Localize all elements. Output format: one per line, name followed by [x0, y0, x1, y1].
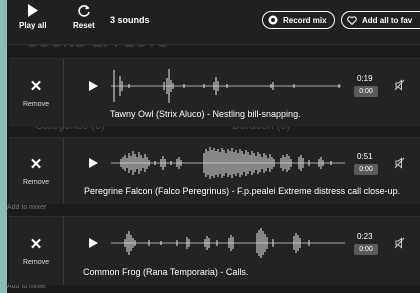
- reset-label: Reset: [73, 21, 95, 30]
- sound-row: ✕ Remove: [9, 137, 420, 204]
- playback-position: 0:00: [354, 164, 378, 175]
- mute-icon[interactable]: [394, 157, 405, 169]
- sound-duration: 0:51: [357, 152, 373, 161]
- sound-title: Common Frog (Rana Temporaria) - Calls.: [83, 267, 249, 277]
- add-all-to-favourites-button[interactable]: Add all to fav: [341, 11, 420, 29]
- record-mix-button[interactable]: Record mix: [262, 11, 335, 29]
- sound-count: 3 sounds: [110, 15, 150, 25]
- record-icon: [268, 15, 278, 25]
- sound-row: ✕ Remove: [9, 58, 420, 127]
- play-all-button[interactable]: Play all: [19, 4, 47, 30]
- sound-mixer-panel: SOUND EFFECTS Categories (0) Duration (0…: [7, 0, 420, 293]
- record-mix-label: Record mix: [283, 15, 327, 25]
- mixer-toolbar: Play all Reset 3 sounds Record mix Add a…: [7, 0, 420, 45]
- remove-label: Remove: [22, 178, 50, 186]
- sound-title: Tawny Owl (Strix Aluco) - Nestling bill-…: [110, 109, 301, 119]
- close-icon: ✕: [29, 235, 43, 253]
- add-to-mixer-link: Add to mixer: [7, 204, 47, 211]
- close-icon: ✕: [29, 77, 43, 95]
- mute-icon[interactable]: [394, 237, 405, 249]
- play-icon[interactable]: [89, 81, 98, 91]
- reset-button[interactable]: Reset: [73, 4, 95, 30]
- sound-duration: 0:19: [357, 74, 373, 83]
- remove-button[interactable]: ✕ Remove: [9, 138, 64, 204]
- waveform[interactable]: [109, 145, 349, 181]
- mute-icon[interactable]: [394, 79, 405, 91]
- play-all-label: Play all: [19, 21, 47, 30]
- remove-label: Remove: [22, 258, 50, 266]
- playback-position: 0:00: [354, 244, 378, 255]
- play-icon: [27, 4, 38, 17]
- close-icon: ✕: [29, 155, 43, 173]
- add-all-label: Add all to fav: [362, 15, 413, 25]
- waveform[interactable]: [109, 225, 349, 261]
- remove-button[interactable]: ✕ Remove: [9, 59, 64, 127]
- playback-position: 0:00: [354, 86, 378, 97]
- waveform[interactable]: [109, 67, 349, 105]
- remove-label: Remove: [22, 100, 50, 108]
- play-icon[interactable]: [89, 238, 98, 248]
- sound-duration: 0:23: [357, 232, 373, 241]
- reset-icon: [78, 5, 90, 17]
- play-icon[interactable]: [89, 158, 98, 168]
- sound-row: ✕ Remove: [9, 216, 420, 285]
- sound-title: Peregrine Falcon (Falco Peregrinus) - F.…: [84, 186, 401, 196]
- heart-icon: [347, 15, 357, 25]
- remove-button[interactable]: ✕ Remove: [9, 217, 64, 285]
